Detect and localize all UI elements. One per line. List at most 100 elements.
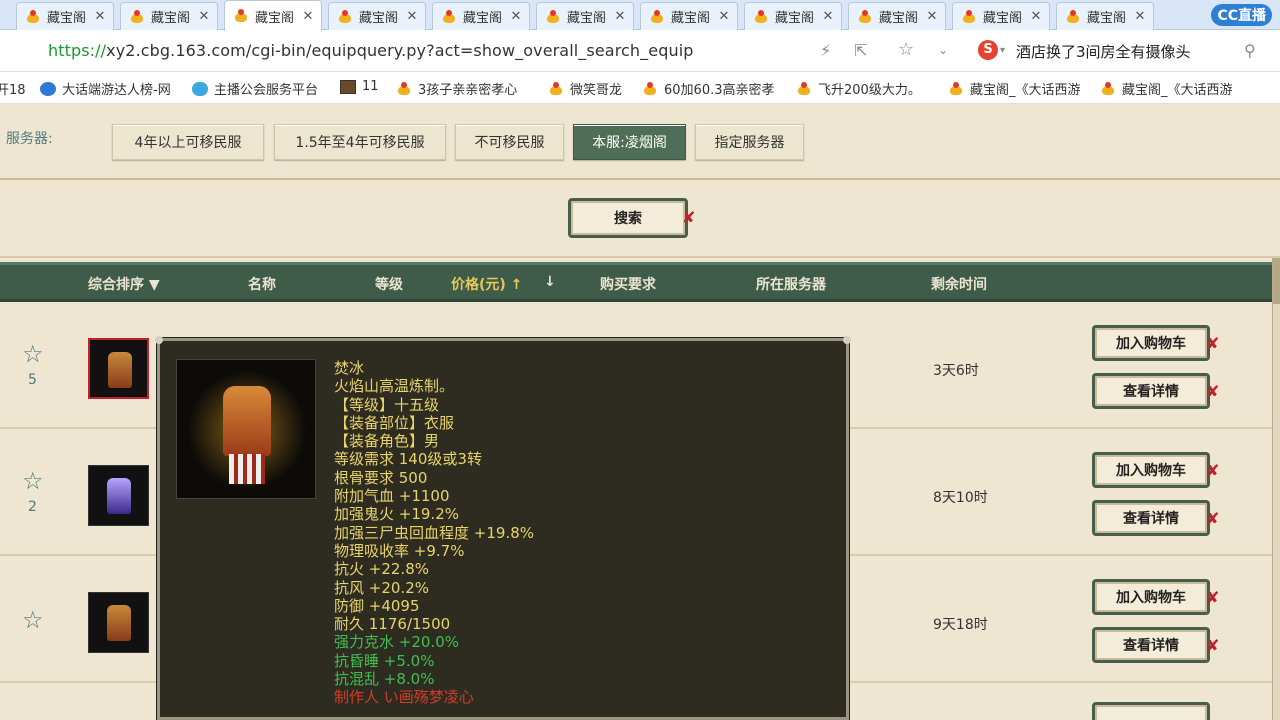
bookmark-item[interactable]: 藏宝阁_《大话西游	[1100, 79, 1233, 98]
bookmark-icon	[192, 81, 208, 96]
bookmark-icon	[796, 81, 812, 96]
search-button[interactable]: 搜索	[568, 198, 688, 238]
bookmark-item[interactable]: 开18	[0, 79, 26, 98]
close-tab-icon[interactable]: ✕	[1029, 9, 1043, 24]
browser-tab[interactable]: 藏宝阁 ✕	[328, 2, 426, 30]
browser-tab[interactable]: 藏宝阁 ✕	[744, 2, 842, 30]
bookmark-icon	[548, 81, 564, 96]
url-field[interactable]: https://xy2.cbg.163.com/cgi-bin/equipque…	[48, 41, 694, 60]
bookmark-item[interactable]: 主播公会服务平台	[192, 79, 318, 98]
browser-tab[interactable]: 藏宝阁 ✕	[432, 2, 530, 30]
bookmark-icon	[340, 79, 356, 94]
scrollbar[interactable]	[1272, 258, 1280, 720]
server-button-specify[interactable]: 指定服务器	[695, 124, 804, 160]
browser-tab[interactable]: 藏宝阁 ✕	[1056, 2, 1154, 30]
browser-tab[interactable]: 藏宝阁 ✕	[16, 2, 114, 30]
search-engine-icon[interactable]: S	[978, 40, 998, 60]
decor-x-icon: ✘	[682, 208, 696, 227]
add-to-cart-button[interactable]	[1092, 702, 1210, 720]
item-attribute-line: 根骨要求 500	[334, 468, 428, 487]
bookmark-item[interactable]: 大话端游达人榜-网	[40, 79, 171, 98]
close-tab-icon[interactable]: ✕	[405, 9, 419, 24]
chevron-down-icon[interactable]: ⌄	[938, 43, 948, 57]
item-thumbnail[interactable]	[88, 465, 149, 526]
close-tab-icon[interactable]: ✕	[925, 9, 939, 24]
item-attribute-line: 防御 +4095	[334, 596, 420, 615]
search-area: 搜索 ✘	[0, 180, 1280, 258]
server-button-current[interactable]: 本服:凌烟阁	[573, 124, 686, 160]
armor-body-icon	[223, 386, 271, 456]
armor-skirt-icon	[229, 454, 265, 484]
cbg-favicon-icon	[233, 9, 249, 23]
search-icon[interactable]: ⚲	[1244, 41, 1256, 60]
cbg-favicon-icon	[129, 9, 145, 24]
close-tab-icon[interactable]: ✕	[301, 9, 315, 24]
server-button-1-5-to-4yr[interactable]: 1.5年至4年可移民服	[274, 124, 446, 160]
decor-x-icon: ✘	[1206, 636, 1220, 655]
bookmarks-bar: 开18 大话端游达人榜-网 主播公会服务平台 11 3孩子亲亲密孝心 微笑哥龙 …	[0, 72, 1280, 104]
browser-tab[interactable]: 藏宝阁 ✕	[536, 2, 634, 30]
close-tab-icon[interactable]: ✕	[613, 9, 627, 24]
item-thumbnail[interactable]	[88, 338, 149, 399]
browser-tab[interactable]: 藏宝阁 ✕	[640, 2, 738, 30]
favorite-count: 5	[28, 372, 37, 388]
browser-tab[interactable]: 藏宝阁 ✕	[848, 2, 946, 30]
bookmark-star-icon[interactable]: ☆	[898, 39, 914, 60]
close-tab-icon[interactable]: ✕	[93, 9, 107, 24]
sort-price-desc[interactable]: ↓	[544, 274, 556, 290]
server-button-non-migratable[interactable]: 不可移民服	[455, 124, 564, 160]
favorite-star-icon[interactable]: ☆	[22, 467, 44, 495]
server-button-4yr-plus[interactable]: 4年以上可移民服	[112, 124, 264, 160]
item-attribute-line: 等级需求 140级或3转	[334, 450, 482, 469]
search-suggestion[interactable]: 酒店换了3间房全有摄像头	[1016, 41, 1191, 62]
view-details-button[interactable]: 查看详情	[1092, 500, 1210, 536]
close-tab-icon[interactable]: ✕	[509, 9, 523, 24]
armor-icon	[107, 478, 131, 514]
item-attribute-line: 加强三尸虫回血程度 +19.8%	[334, 523, 534, 542]
column-remaining-time: 剩余时间	[931, 277, 987, 293]
scrollbar-thumb[interactable]	[1273, 258, 1280, 304]
item-image	[176, 359, 316, 499]
sort-dropdown[interactable]: 综合排序 ▼	[88, 274, 160, 294]
favorite-star-icon[interactable]: ☆	[22, 340, 44, 368]
bookmark-item[interactable]: 11	[340, 79, 379, 94]
browser-tab[interactable]: 藏宝阁 ✕	[120, 2, 218, 30]
cc-live-logo: CC直播	[1211, 4, 1272, 26]
close-tab-icon[interactable]: ✕	[197, 9, 211, 24]
cbg-favicon-icon	[1065, 9, 1081, 24]
favorite-star-icon[interactable]: ☆	[22, 606, 44, 634]
bookmark-item[interactable]: 3孩子亲亲密孝心	[396, 79, 517, 98]
close-tab-icon[interactable]: ✕	[1133, 9, 1147, 24]
cbg-favicon-icon	[25, 9, 41, 24]
view-details-button[interactable]: 查看详情	[1092, 373, 1210, 409]
lightning-icon[interactable]: ⚡	[820, 41, 831, 60]
item-thumbnail[interactable]	[88, 592, 149, 653]
add-to-cart-button[interactable]: 加入购物车	[1092, 325, 1210, 361]
cbg-favicon-icon	[649, 9, 665, 24]
sort-price-asc[interactable]: 价格(元) ↑	[451, 274, 522, 294]
browser-tab[interactable]: 藏宝阁 ✕	[952, 2, 1050, 30]
column-name: 名称	[248, 277, 276, 293]
favorite-count: 2	[28, 499, 37, 515]
cbg-favicon-icon	[753, 9, 769, 24]
bookmark-item[interactable]: 藏宝阁_《大话西游	[948, 79, 1081, 98]
server-label: 服务器:	[6, 131, 53, 147]
bookmark-item[interactable]: 60加60.3高亲密孝	[642, 79, 775, 98]
item-attribute-line: 耐久 1176/1500	[334, 615, 451, 634]
item-attribute-line: 抗风 +20.2%	[334, 578, 429, 597]
view-details-button[interactable]: 查看详情	[1092, 627, 1210, 663]
share-icon[interactable]: ⇱	[854, 41, 867, 60]
search-engine-dropdown-icon[interactable]: ▾	[1000, 45, 1005, 56]
browser-tab-strip: 藏宝阁 ✕ 藏宝阁 ✕ 藏宝阁 ✕ 藏宝阁 ✕ 藏宝阁 ✕ 藏宝阁 ✕ 藏宝阁 ✕ 藏宝阁 ✕ …	[0, 0, 1280, 31]
browser-tab-active[interactable]: 藏宝阁 ✕	[224, 0, 322, 31]
bookmark-item[interactable]: 微笑哥龙	[548, 79, 622, 98]
close-tab-icon[interactable]: ✕	[717, 9, 731, 24]
decor-x-icon: ✘	[1206, 509, 1220, 528]
add-to-cart-button[interactable]: 加入购物车	[1092, 452, 1210, 488]
item-attribute-line: 焚冰	[334, 359, 365, 377]
remaining-time: 3天6时	[933, 363, 979, 379]
add-to-cart-button[interactable]: 加入购物车	[1092, 579, 1210, 615]
close-tab-icon[interactable]: ✕	[821, 9, 835, 24]
cbg-favicon-icon	[441, 9, 457, 24]
bookmark-item[interactable]: 飞升200级大力。	[796, 79, 921, 98]
